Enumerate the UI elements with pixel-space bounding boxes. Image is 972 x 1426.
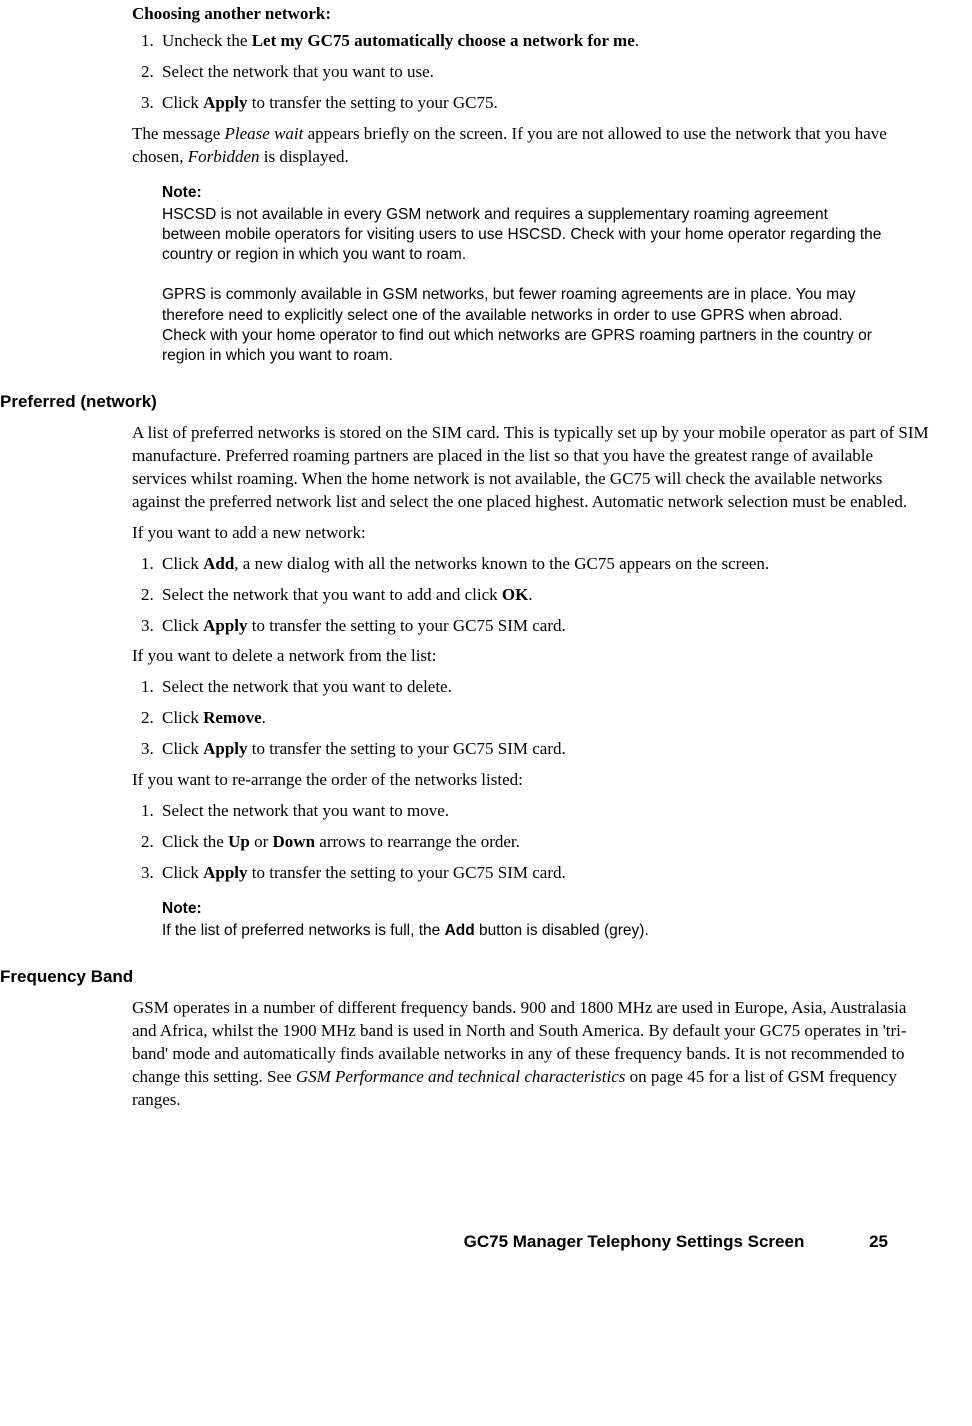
- note-block-2: Note: If the list of preferred networks …: [162, 899, 888, 941]
- delete-intro: If you want to delete a network from the…: [132, 645, 930, 668]
- choosing-heading: Choosing another network:: [132, 4, 930, 24]
- add-step-2: Select the network that you want to add …: [158, 584, 930, 607]
- frequency-section: GSM operates in a number of different fr…: [132, 997, 930, 1112]
- re-step-3: Click Apply to transfer the setting to y…: [158, 862, 930, 885]
- del-step-3: Click Apply to transfer the setting to y…: [158, 738, 930, 761]
- document-page: Choosing another network: Uncheck the Le…: [0, 0, 972, 1292]
- re-step-2: Click the Up or Down arrows to rearrange…: [158, 831, 930, 854]
- step-2: Select the network that you want to use.: [158, 61, 930, 84]
- message-paragraph: The message Please wait appears briefly …: [132, 123, 930, 169]
- note1-p2: GPRS is commonly available in GSM networ…: [162, 286, 872, 363]
- preferred-intro: A list of preferred networks is stored o…: [132, 422, 930, 514]
- choosing-network-section: Choosing another network: Uncheck the Le…: [132, 4, 930, 169]
- frequency-heading: Frequency Band: [0, 967, 930, 987]
- del-step-2: Click Remove.: [158, 707, 930, 730]
- note-label-2: Note:: [162, 899, 888, 919]
- preferred-heading: Preferred (network): [0, 392, 930, 412]
- choosing-steps: Uncheck the Let my GC75 automatically ch…: [132, 30, 930, 115]
- add-step-1: Click Add, a new dialog with all the net…: [158, 553, 930, 576]
- add-steps: Click Add, a new dialog with all the net…: [132, 553, 930, 638]
- re-step-1: Select the network that you want to move…: [158, 800, 930, 823]
- add-step-3: Click Apply to transfer the setting to y…: [158, 615, 930, 638]
- page-number: 25: [869, 1232, 888, 1252]
- add-intro: If you want to add a new network:: [132, 522, 930, 545]
- step-3: Click Apply to transfer the setting to y…: [158, 92, 930, 115]
- note-label: Note:: [162, 183, 888, 203]
- note1-p1: HSCSD is not available in every GSM netw…: [162, 206, 881, 263]
- page-footer: GC75 Manager Telephony Settings Screen 2…: [0, 1232, 930, 1252]
- frequency-text: GSM operates in a number of different fr…: [132, 997, 930, 1112]
- footer-title: GC75 Manager Telephony Settings Screen: [464, 1232, 805, 1251]
- step-1: Uncheck the Let my GC75 automatically ch…: [158, 30, 930, 53]
- rearrange-steps: Select the network that you want to move…: [132, 800, 930, 885]
- note-block-1: Note: HSCSD is not available in every GS…: [162, 183, 888, 366]
- preferred-section: A list of preferred networks is stored o…: [132, 422, 930, 885]
- delete-steps: Select the network that you want to dele…: [132, 676, 930, 761]
- del-step-1: Select the network that you want to dele…: [158, 676, 930, 699]
- rearrange-intro: If you want to re-arrange the order of t…: [132, 769, 930, 792]
